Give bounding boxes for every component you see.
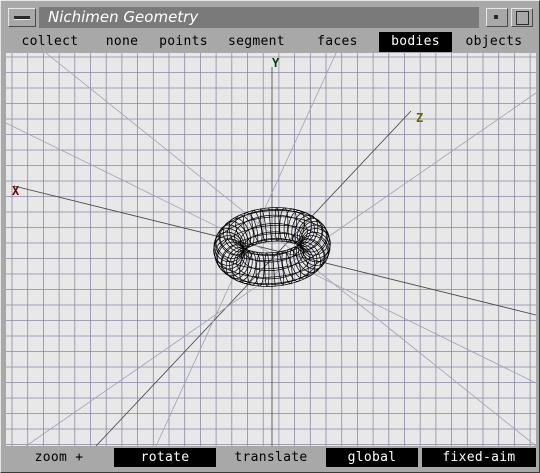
translate-button[interactable]: translate [218, 448, 324, 467]
minimize-button[interactable] [486, 8, 508, 27]
fixed-aim-button[interactable]: fixed-aim [422, 448, 536, 467]
menu-objects[interactable]: objects [452, 32, 536, 52]
title-area[interactable]: Nichimen Geometry [39, 7, 479, 28]
menu-faces[interactable]: faces [296, 32, 379, 52]
menu-none[interactable]: none [94, 32, 150, 52]
z-axis-label: Z [416, 111, 424, 125]
window-menu-button[interactable] [8, 8, 36, 27]
global-button[interactable]: global [326, 448, 418, 467]
viewport-canvas[interactable] [6, 53, 536, 446]
y-axis-label: Y [272, 56, 280, 70]
minimize-icon [494, 15, 498, 19]
window-menu-icon [14, 16, 30, 19]
rotate-button[interactable]: rotate [114, 448, 216, 467]
selection-mode-bar: collect none points segment faces bodies… [6, 32, 536, 52]
view-mode-bar: zoom + rotate translate global fixed-aim [6, 447, 536, 468]
zoom-plus-button[interactable]: zoom + [6, 448, 112, 467]
maximize-icon [516, 11, 529, 25]
menu-bodies[interactable]: bodies [379, 32, 452, 52]
maximize-button[interactable] [511, 8, 533, 27]
x-axis-label: X [12, 184, 20, 198]
3d-viewport[interactable]: Y Z X [6, 53, 536, 446]
menu-segment[interactable]: segment [217, 32, 296, 52]
menu-points[interactable]: points [150, 32, 217, 52]
window-title: Nichimen Geometry [48, 8, 199, 26]
title-bar[interactable]: Nichimen Geometry [6, 6, 534, 29]
menu-collect[interactable]: collect [6, 32, 94, 52]
app-window: Nichimen Geometry collect none points se… [0, 0, 540, 473]
